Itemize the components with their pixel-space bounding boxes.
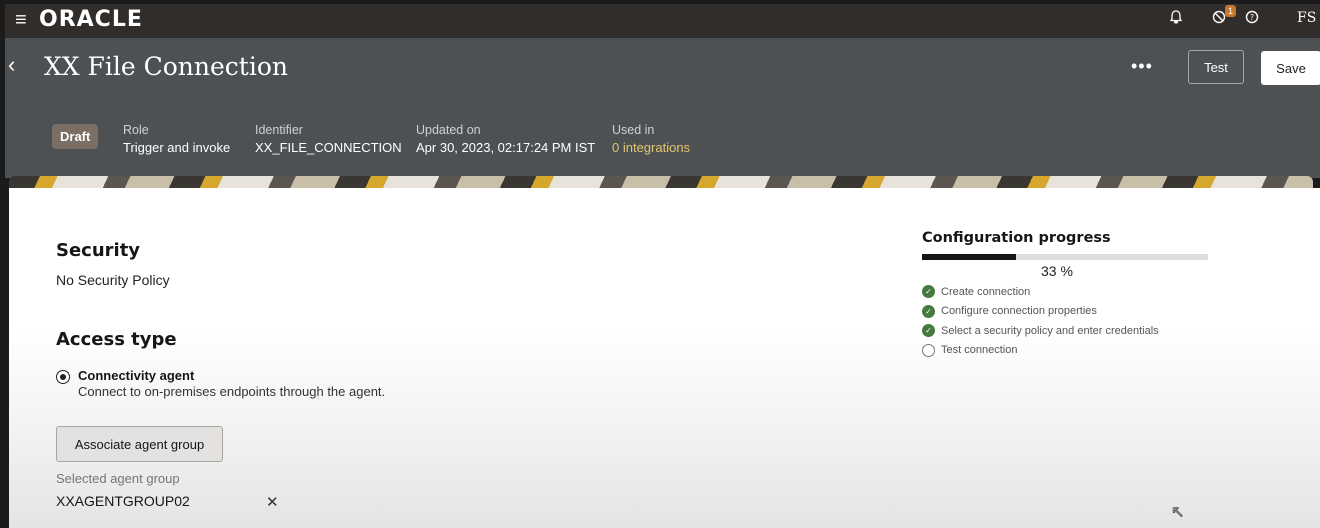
meta-identifier: Identifier XX_FILE_CONNECTION [255, 121, 402, 157]
oracle-logo: ORACLE [39, 7, 143, 32]
save-button[interactable]: Save [1261, 51, 1320, 85]
configuration-steps-list: ✓ Create connection ✓ Configure connection … [922, 282, 1159, 360]
check-circle-icon: ✓ [922, 285, 935, 299]
check-circle-icon: ✓ [922, 324, 935, 338]
notification-count-badge: 1 [1225, 5, 1237, 17]
access-type-section-title: Access type [56, 329, 177, 350]
meta-updated-label: Updated on [416, 123, 481, 137]
configuration-progress-bar [922, 254, 1208, 260]
hamburger-menu-icon[interactable]: ≡ [15, 9, 27, 31]
help-icon[interactable]: ? [1245, 10, 1259, 27]
bell-icon[interactable] [1169, 10, 1183, 27]
configuration-step: ✓ Configure connection properties [922, 302, 1159, 322]
configuration-step-label: Test connection [941, 344, 1018, 357]
back-chevron-icon[interactable]: ‹ [8, 52, 15, 78]
top-navigation-bar: ≡ ORACLE 1 ? FS [5, 4, 1320, 38]
configuration-step-label: Configure connection properties [941, 305, 1097, 318]
security-policy-value: No Security Policy [56, 272, 170, 288]
configuration-progress-percent: 33 % [1041, 263, 1073, 279]
activity-icon[interactable] [1212, 10, 1226, 27]
connectivity-agent-radio[interactable] [56, 370, 70, 384]
configuration-step-label: Select a security policy and enter crede… [941, 324, 1159, 337]
meta-used-in: Used in 0 integrations [612, 121, 690, 157]
selected-agent-group-label: Selected agent group [56, 471, 180, 486]
security-section-title: Security [56, 240, 141, 261]
meta-updated: Updated on Apr 30, 2023, 02:17:24 PM IST [416, 121, 595, 157]
mouse-cursor-icon: ↖ [1170, 504, 1185, 522]
connectivity-agent-option-label: Connectivity agent [78, 368, 195, 383]
associate-agent-group-button[interactable]: Associate agent group [56, 426, 223, 462]
configuration-step: ✓ Select a security policy and enter cred… [922, 321, 1159, 341]
svg-text:?: ? [1250, 13, 1254, 22]
main-content-panel: Security No Security Policy Access type … [9, 188, 1320, 528]
configuration-step: Test connection [922, 341, 1159, 361]
status-badge: Draft [52, 124, 99, 149]
empty-circle-icon [922, 343, 935, 357]
configuration-step: ✓ Create connection [922, 282, 1159, 302]
page-title: XX File Connection [44, 52, 288, 81]
configuration-step-label: Create connection [941, 285, 1031, 298]
meta-role: Role Trigger and invoke [123, 121, 230, 157]
configuration-progress-fill [922, 254, 1017, 260]
meta-identifier-value: XX_FILE_CONNECTION [255, 140, 402, 155]
meta-used-in-label: Used in [612, 123, 655, 137]
meta-updated-value: Apr 30, 2023, 02:17:24 PM IST [416, 140, 596, 155]
meta-identifier-label: Identifier [255, 123, 303, 137]
configuration-progress-title: Configuration progress [922, 230, 1111, 246]
more-actions-button[interactable]: ••• [1131, 56, 1153, 77]
check-circle-icon: ✓ [922, 304, 935, 318]
connectivity-agent-option-description: Connect to on-premises endpoints through… [78, 384, 386, 399]
test-button[interactable]: Test [1188, 50, 1244, 84]
selected-agent-group-value: XXAGENTGROUP02 [56, 493, 190, 509]
page-header: ‹ XX File Connection ••• Test Save Draft… [5, 38, 1320, 178]
meta-role-value: Trigger and invoke [123, 140, 231, 155]
user-avatar[interactable]: FS [1297, 10, 1316, 26]
used-in-integrations-link[interactable]: 0 integrations [612, 139, 690, 157]
close-icon[interactable]: ✕ [266, 493, 279, 511]
meta-role-label: Role [123, 123, 149, 137]
